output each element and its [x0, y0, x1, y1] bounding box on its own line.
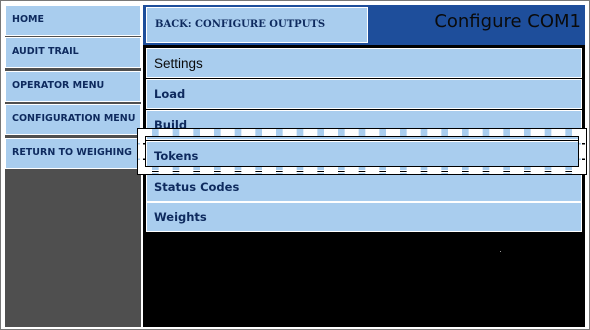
sidebar-item-label: CONFIGURATION MENU	[12, 113, 136, 124]
back-button-label: BACK: CONFIGURE OUTPUTS	[155, 19, 326, 30]
menu-item-label: Weights	[154, 210, 207, 224]
settings-header: Settings	[146, 48, 582, 78]
sidebar-item-home[interactable]: HOME	[5, 5, 141, 36]
menu-item-label: Tokens	[154, 149, 199, 163]
back-button[interactable]: BACK: CONFIGURE OUTPUTS	[146, 7, 368, 43]
sidebar-item-label: HOME	[12, 14, 44, 25]
menu-item-label: Status Codes	[154, 180, 240, 194]
page-title: Configure COM1	[434, 11, 581, 32]
sidebar-item-return-to-weighing[interactable]: RETURN TO WEIGHING	[5, 138, 141, 169]
sidebar-item-configuration-menu[interactable]: CONFIGURATION MENU	[5, 104, 141, 135]
menu-item-tokens[interactable]: Tokens	[146, 141, 582, 171]
sidebar-item-label: OPERATOR MENU	[12, 80, 105, 91]
screen-speck	[500, 251, 501, 252]
sidebar-item-operator-menu[interactable]: OPERATOR MENU	[5, 71, 141, 102]
menu-item-status-codes[interactable]: Status Codes	[146, 172, 582, 202]
menu-item-label: Build	[154, 118, 188, 132]
menu-item-label: Load	[154, 87, 186, 101]
sidebar-item-audit-trail[interactable]: AUDIT TRAIL	[5, 37, 141, 68]
menu-item-weights[interactable]: Weights	[146, 202, 582, 232]
menu-item-load[interactable]: Load	[146, 79, 582, 109]
sidebar-item-label: RETURN TO WEIGHING	[12, 147, 132, 158]
menu-item-build[interactable]: Build	[146, 110, 582, 140]
title-bar: BACK: CONFIGURE OUTPUTS Configure COM1	[143, 5, 585, 45]
sidebar-item-label: AUDIT TRAIL	[12, 46, 79, 57]
sidebar: HOME AUDIT TRAIL OPERATOR MENU CONFIGURA…	[5, 5, 141, 327]
settings-header-label: Settings	[154, 56, 203, 71]
screen-frame: HOME AUDIT TRAIL OPERATOR MENU CONFIGURA…	[0, 0, 590, 330]
main-panel: BACK: CONFIGURE OUTPUTS Configure COM1 S…	[143, 5, 585, 327]
